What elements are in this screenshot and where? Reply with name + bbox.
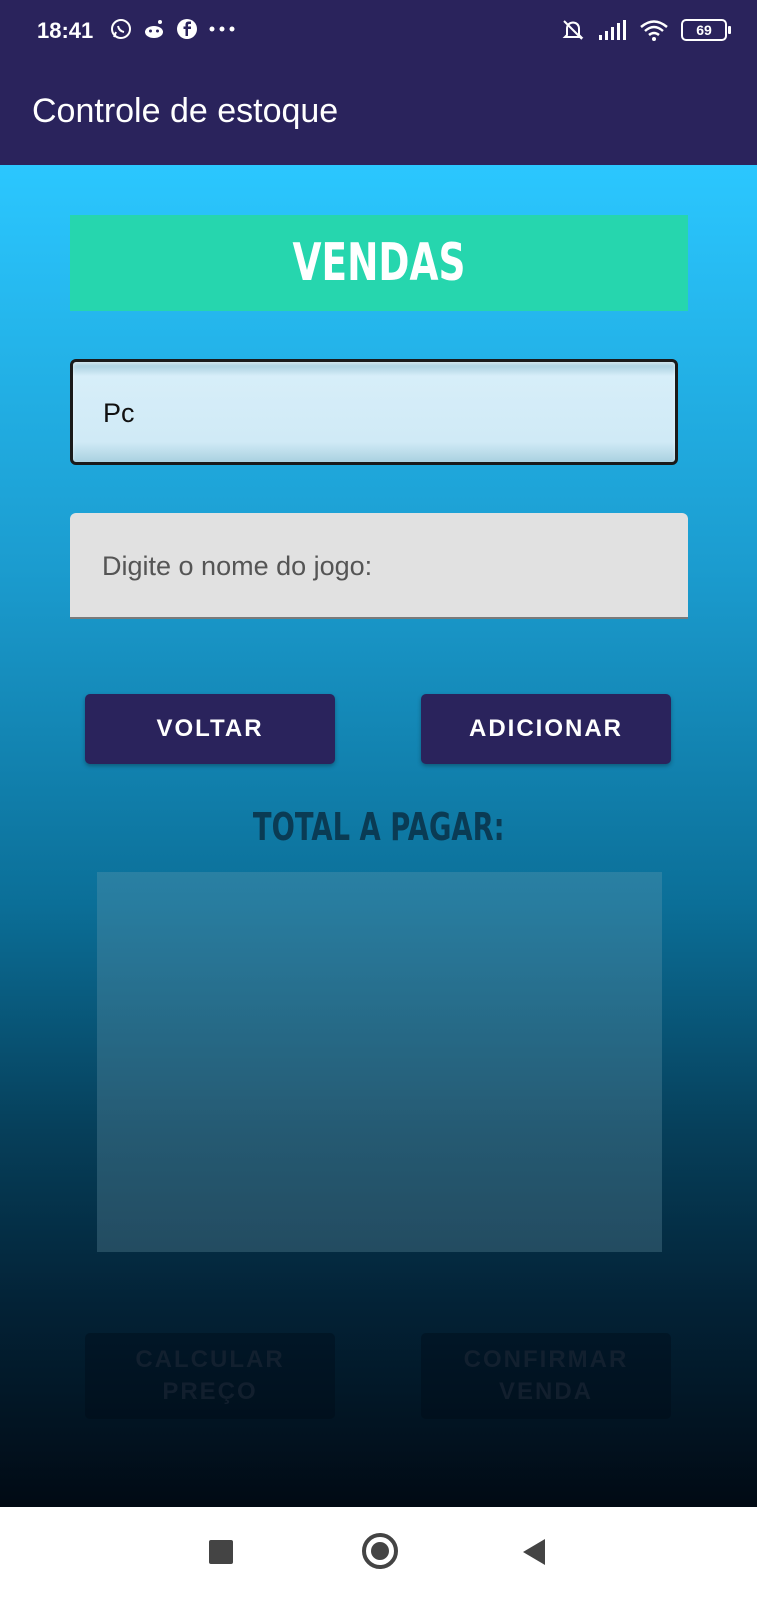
confirm-sale-button[interactable]: CONFIRMAR VENDA (421, 1333, 671, 1419)
signal-icon (599, 20, 626, 40)
app-header: 18:41 69 Controle de estoque (0, 0, 757, 165)
reddit-icon (145, 20, 163, 38)
platform-value: Pc (103, 398, 135, 428)
sales-banner-title: VENDAS (292, 233, 466, 293)
facebook-icon (177, 19, 197, 39)
back-button[interactable]: VOLTAR (85, 694, 335, 764)
add-button[interactable]: ADICIONAR (421, 694, 671, 764)
total-label: TOTAL A PAGAR: (0, 805, 757, 849)
game-name-input[interactable]: Digite o nome do jogo: (70, 513, 688, 619)
status-time: 18:41 (37, 18, 94, 43)
back-icon[interactable] (523, 1539, 545, 1565)
platform-select[interactable]: Pc (70, 359, 678, 465)
wifi-icon (640, 20, 668, 41)
recent-apps-icon[interactable] (209, 1540, 233, 1564)
home-icon[interactable] (362, 1533, 398, 1569)
more-dots-icon (209, 26, 235, 32)
battery-icon: 69 (681, 19, 731, 41)
whatsapp-icon (111, 19, 131, 39)
sales-banner: VENDAS (70, 215, 688, 311)
total-display (97, 872, 662, 1252)
calculate-price-button[interactable]: CALCULAR PREÇO (85, 1333, 335, 1419)
bell-off-icon (562, 20, 584, 40)
game-name-placeholder: Digite o nome do jogo: (102, 551, 373, 581)
navigation-bar (0, 1507, 757, 1600)
status-bar: 18:41 69 (0, 0, 757, 64)
sales-screen: VENDAS Pc Digite o nome do jogo: VOLTAR … (0, 165, 757, 1507)
system-icons: 69 (561, 18, 731, 42)
notification-icons (110, 18, 236, 40)
total-label-text: TOTAL A PAGAR: (252, 805, 505, 849)
app-title: Controle de estoque (32, 92, 339, 130)
